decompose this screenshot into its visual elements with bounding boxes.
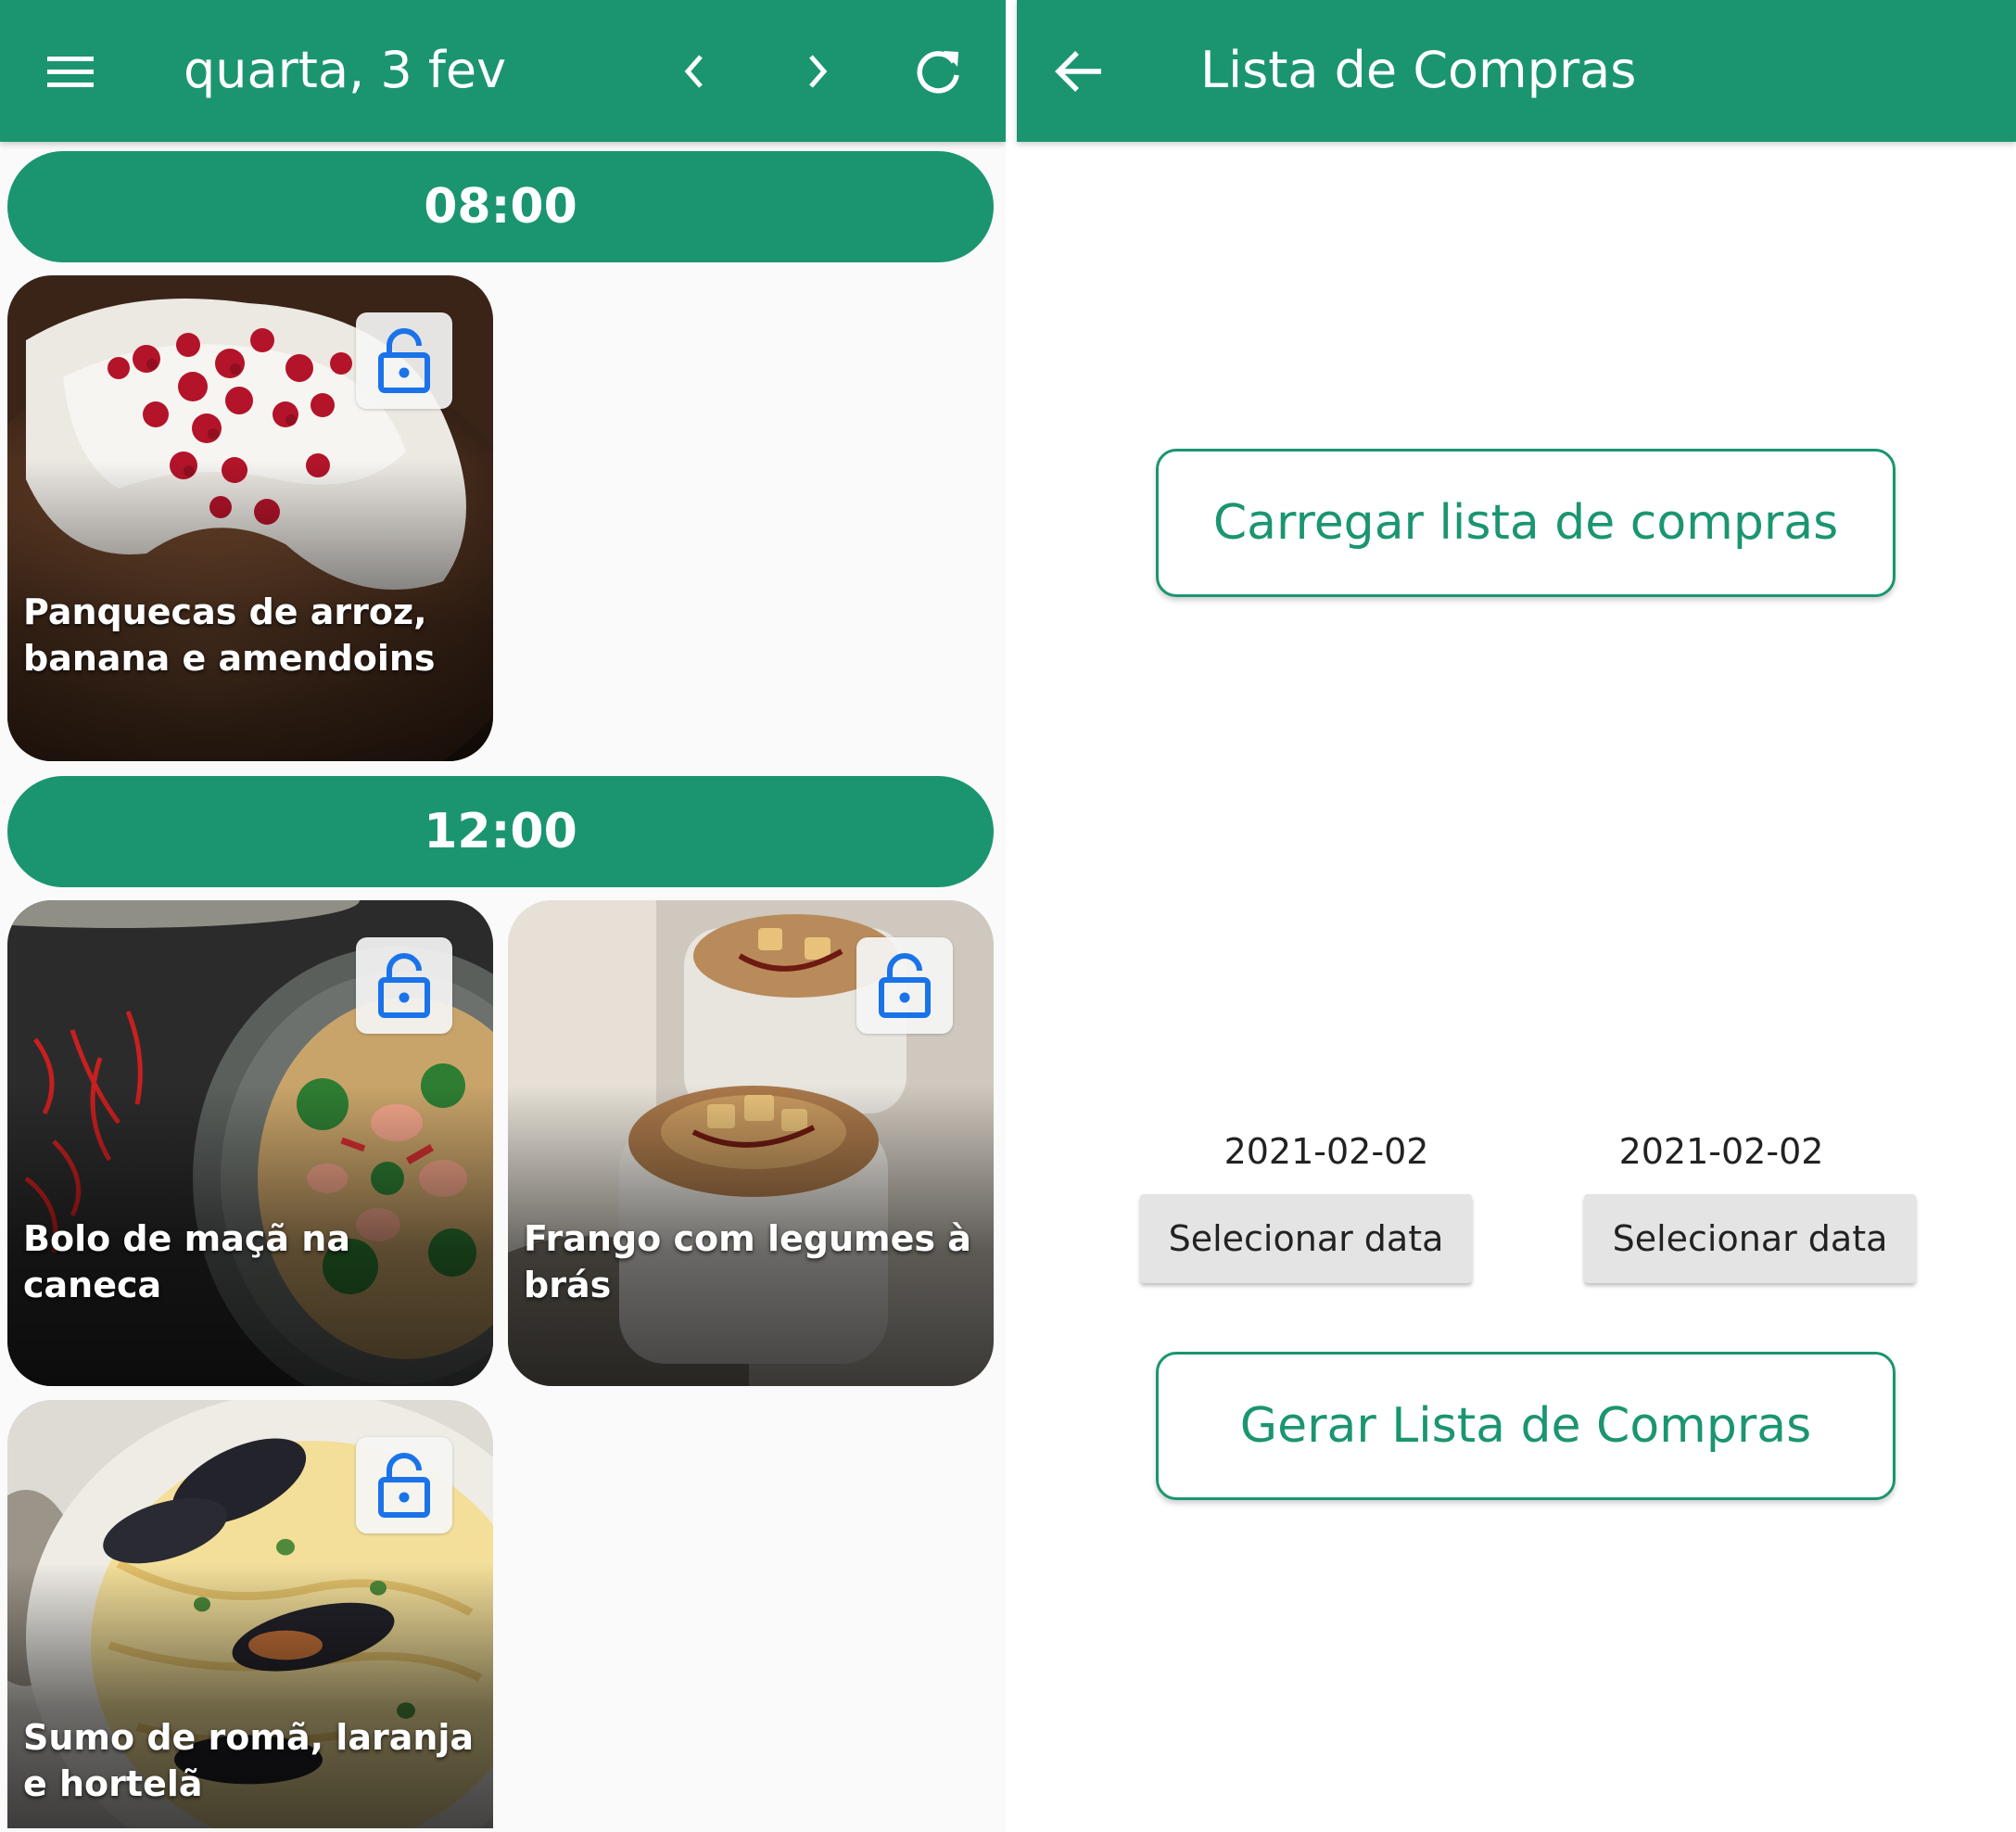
refresh-button[interactable] (897, 30, 981, 113)
lock-button[interactable] (356, 312, 452, 409)
lock-open-icon (879, 953, 931, 1018)
meal-title: Bolo de maçã na caneca (23, 1218, 350, 1305)
meal-title: Frango com legumes à brás (524, 1218, 971, 1305)
meal-planner-screen: quarta, 3 fev 08:00 Panquecas de arroz, … (0, 0, 1006, 1832)
meal-card[interactable]: Frango com legumes à brás (508, 900, 994, 1386)
next-day-button[interactable] (775, 30, 858, 113)
end-date-label: 2021-02-02 (1618, 1131, 1824, 1172)
lock-open-icon (378, 1453, 430, 1518)
previous-day-button[interactable] (653, 30, 737, 113)
start-date-label: 2021-02-02 (1224, 1131, 1429, 1172)
shopping-title: Lista de Compras (1200, 41, 1637, 99)
refresh-icon (917, 51, 959, 94)
shopping-list-screen: Lista de Compras Carregar lista de compr… (1006, 0, 2016, 1832)
meal-title: Panquecas de arroz, banana e amendoins (23, 592, 436, 679)
generate-shopping-list-button[interactable]: Gerar Lista de Compras (1156, 1352, 1896, 1500)
lock-button[interactable] (356, 1437, 452, 1533)
time-header: 12:00 (7, 776, 994, 887)
chevron-left-icon (684, 55, 703, 88)
back-button[interactable] (1037, 30, 1121, 113)
time-header: 08:00 (7, 151, 994, 262)
meal-card[interactable]: Bolo de maçã na caneca (7, 900, 493, 1386)
meal-card[interactable]: Panquecas de arroz, banana e amendoins (7, 275, 493, 761)
menu-button[interactable] (30, 30, 113, 113)
select-end-date-button[interactable]: Selecionar data (1584, 1194, 1916, 1283)
menu-icon (47, 57, 94, 87)
meal-card[interactable]: Sumo de romã, laranja e hortelã (7, 1400, 493, 1828)
lock-button[interactable] (856, 937, 953, 1034)
select-start-date-button[interactable]: Selecionar data (1140, 1194, 1472, 1283)
chevron-right-icon (809, 55, 828, 88)
arrow-back-icon (1055, 51, 1101, 92)
meal-title: Sumo de romã, laranja e hortelã (23, 1717, 475, 1804)
lock-open-icon (378, 328, 430, 393)
planner-app-bar: quarta, 3 fev (0, 0, 1006, 142)
planner-date-title: quarta, 3 fev (184, 41, 507, 99)
lock-open-icon (378, 953, 430, 1018)
lock-button[interactable] (356, 937, 452, 1034)
shopping-app-bar: Lista de Compras (1017, 0, 2016, 142)
load-shopping-list-button[interactable]: Carregar lista de compras (1156, 449, 1896, 597)
